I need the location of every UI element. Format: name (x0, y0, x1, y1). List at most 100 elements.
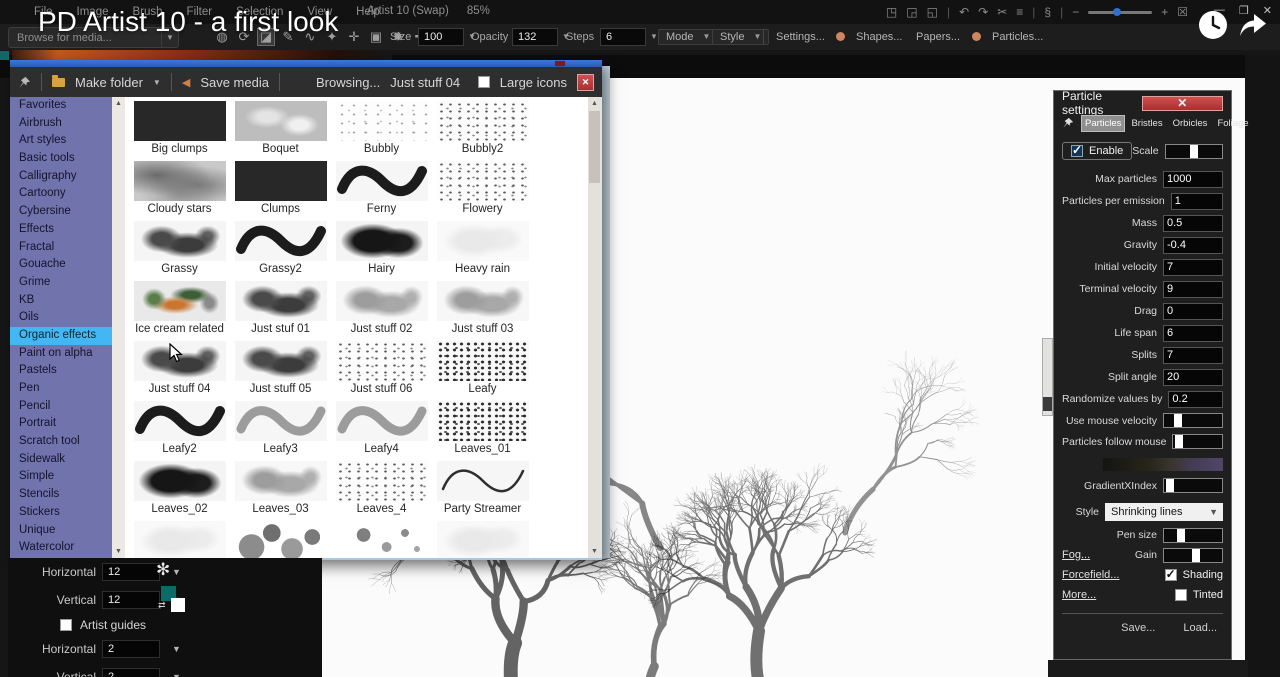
brush-item[interactable]: Leaves_01 (432, 401, 533, 455)
use-mouse-velocity-slider[interactable] (1163, 413, 1223, 428)
dialog-close-button[interactable]: ✕ (577, 74, 594, 91)
category-item[interactable]: KB (10, 292, 112, 310)
field-input[interactable]: 1000 (1163, 171, 1223, 188)
brush-item[interactable]: Bubbly2 (432, 101, 533, 155)
brush-item[interactable]: Just stuff 03 (432, 281, 533, 335)
brush-item[interactable]: Leaves_4 (331, 461, 432, 515)
brush-item[interactable]: Grassy (129, 221, 230, 275)
category-item[interactable]: Cybersine (10, 203, 112, 221)
brush-item[interactable]: Ice cream related (129, 281, 230, 335)
brush-item[interactable]: Leafy (432, 341, 533, 395)
clone-tool-2-icon[interactable]: ◲ (906, 5, 917, 19)
zoom-out-icon[interactable]: − (1072, 5, 1079, 19)
category-item[interactable]: Scratch tool (10, 433, 112, 451)
category-item[interactable]: Grime (10, 274, 112, 292)
gradient-preview-bar[interactable] (1103, 458, 1223, 471)
slider-handle[interactable] (1190, 145, 1198, 158)
forcefield-link[interactable]: Forcefield... (1062, 569, 1119, 581)
watch-later-icon[interactable] (1198, 10, 1228, 40)
brush-thumbnail[interactable] (437, 161, 529, 201)
category-item[interactable]: Stencils (10, 486, 112, 504)
scroll-down-icon[interactable]: ▼ (588, 545, 601, 558)
brush-item[interactable]: Big clumps (129, 101, 230, 155)
brush-thumbnail[interactable] (437, 401, 529, 441)
brush-item[interactable] (230, 521, 331, 558)
brush-item[interactable]: Ferny (331, 161, 432, 215)
clone-tool-3-icon[interactable]: ◱ (927, 5, 938, 19)
field-input[interactable]: 20 (1163, 369, 1223, 386)
category-item[interactable]: Oils (10, 309, 112, 327)
field-input[interactable]: 0.2 (1168, 391, 1223, 408)
brush-item[interactable]: Just stuff 05 (230, 341, 331, 395)
brush-thumbnail[interactable] (235, 161, 327, 201)
share-icon[interactable] (1238, 10, 1268, 40)
redo-icon[interactable]: ↷ (978, 5, 988, 19)
brush-thumbnail[interactable] (336, 521, 428, 558)
field-input[interactable]: 7 (1163, 347, 1223, 364)
category-item[interactable]: Pastels (10, 362, 112, 380)
brush-item[interactable]: Hairy (331, 221, 432, 275)
slider-handle[interactable] (1177, 529, 1185, 542)
pen-size-slider[interactable] (1163, 528, 1223, 543)
field-input[interactable]: -0.4 (1163, 237, 1223, 254)
chevron-down-icon[interactable]: ▼ (172, 644, 181, 654)
tinted-checkbox[interactable] (1175, 589, 1187, 601)
slider-handle[interactable] (1174, 414, 1182, 427)
size-field[interactable]: 100▼ (418, 27, 476, 46)
brush-thumbnail[interactable] (134, 161, 226, 201)
section-icon[interactable]: § (1044, 5, 1051, 19)
particle-tab[interactable]: Orbicles (1170, 116, 1211, 131)
brush-item[interactable]: Just stuff 02 (331, 281, 432, 335)
category-item[interactable]: Portrait (10, 415, 112, 433)
zoom-slider[interactable] (1088, 11, 1152, 14)
brush-item[interactable]: Bubbly (331, 101, 432, 155)
category-item[interactable]: Art styles (10, 132, 112, 150)
load-button[interactable]: Load... (1183, 622, 1217, 634)
symmetry-star-icon[interactable]: ✻ (156, 560, 170, 580)
field-input[interactable]: 1 (1171, 193, 1223, 210)
settings-button[interactable]: Settings... (776, 27, 825, 46)
brush-thumbnail[interactable] (134, 461, 226, 501)
brush-item[interactable]: Just stuff 06 (331, 341, 432, 395)
brush-item[interactable]: Flowery (432, 161, 533, 215)
particles-follow-mouse-slider[interactable] (1172, 434, 1223, 449)
brush-thumbnail[interactable] (235, 281, 327, 321)
brush-item[interactable]: Grassy2 (230, 221, 331, 275)
brush-item[interactable]: Leafy4 (331, 401, 432, 455)
brush-item[interactable] (331, 521, 432, 558)
make-folder-button[interactable]: Make folder (75, 75, 143, 90)
shapes-button[interactable]: Shapes... (856, 27, 902, 46)
brush-item[interactable] (432, 521, 533, 558)
stamp-icon[interactable]: ▣ (368, 29, 384, 45)
slider-handle[interactable] (1192, 549, 1200, 562)
zoom-in-icon[interactable]: + (1161, 5, 1168, 19)
particle-panel-close-button[interactable]: ✕ (1142, 96, 1224, 111)
brush-thumbnail[interactable] (336, 341, 428, 381)
category-item[interactable]: Watercolor (10, 539, 112, 557)
papers-button[interactable]: Papers... (916, 27, 960, 46)
clone-tool-icon[interactable]: ◳ (886, 5, 897, 19)
slider-handle[interactable] (1175, 435, 1183, 448)
brush-thumbnail[interactable] (134, 401, 226, 441)
brush-item[interactable]: Heavy rain (432, 221, 533, 275)
layers-icon[interactable]: ≡ (1016, 5, 1023, 19)
category-item[interactable]: Stickers (10, 504, 112, 522)
brush-thumbnail[interactable] (336, 221, 428, 261)
cut-icon[interactable]: ✂ (997, 5, 1007, 19)
steps-field[interactable]: 6▼ (600, 27, 658, 46)
category-item[interactable]: Fractal (10, 239, 112, 257)
brush-item[interactable] (129, 521, 230, 558)
white-swatch[interactable] (171, 598, 185, 612)
brush-thumbnail[interactable] (235, 401, 327, 441)
guide-value-input[interactable]: 2 (102, 668, 160, 677)
category-scrollbar[interactable]: ▲ ▼ (112, 97, 125, 558)
save-media-button[interactable]: Save media (200, 75, 269, 90)
brush-thumbnail[interactable] (134, 281, 226, 321)
style-button[interactable]: Style▼ (712, 27, 769, 46)
field-input[interactable]: 0.5 (1163, 215, 1223, 232)
brush-thumbnail[interactable] (336, 101, 428, 141)
category-item[interactable]: Gouache (10, 256, 112, 274)
brush-item[interactable]: Leaves_02 (129, 461, 230, 515)
brush-thumbnail[interactable] (437, 281, 529, 321)
brush-thumbnail[interactable] (336, 401, 428, 441)
